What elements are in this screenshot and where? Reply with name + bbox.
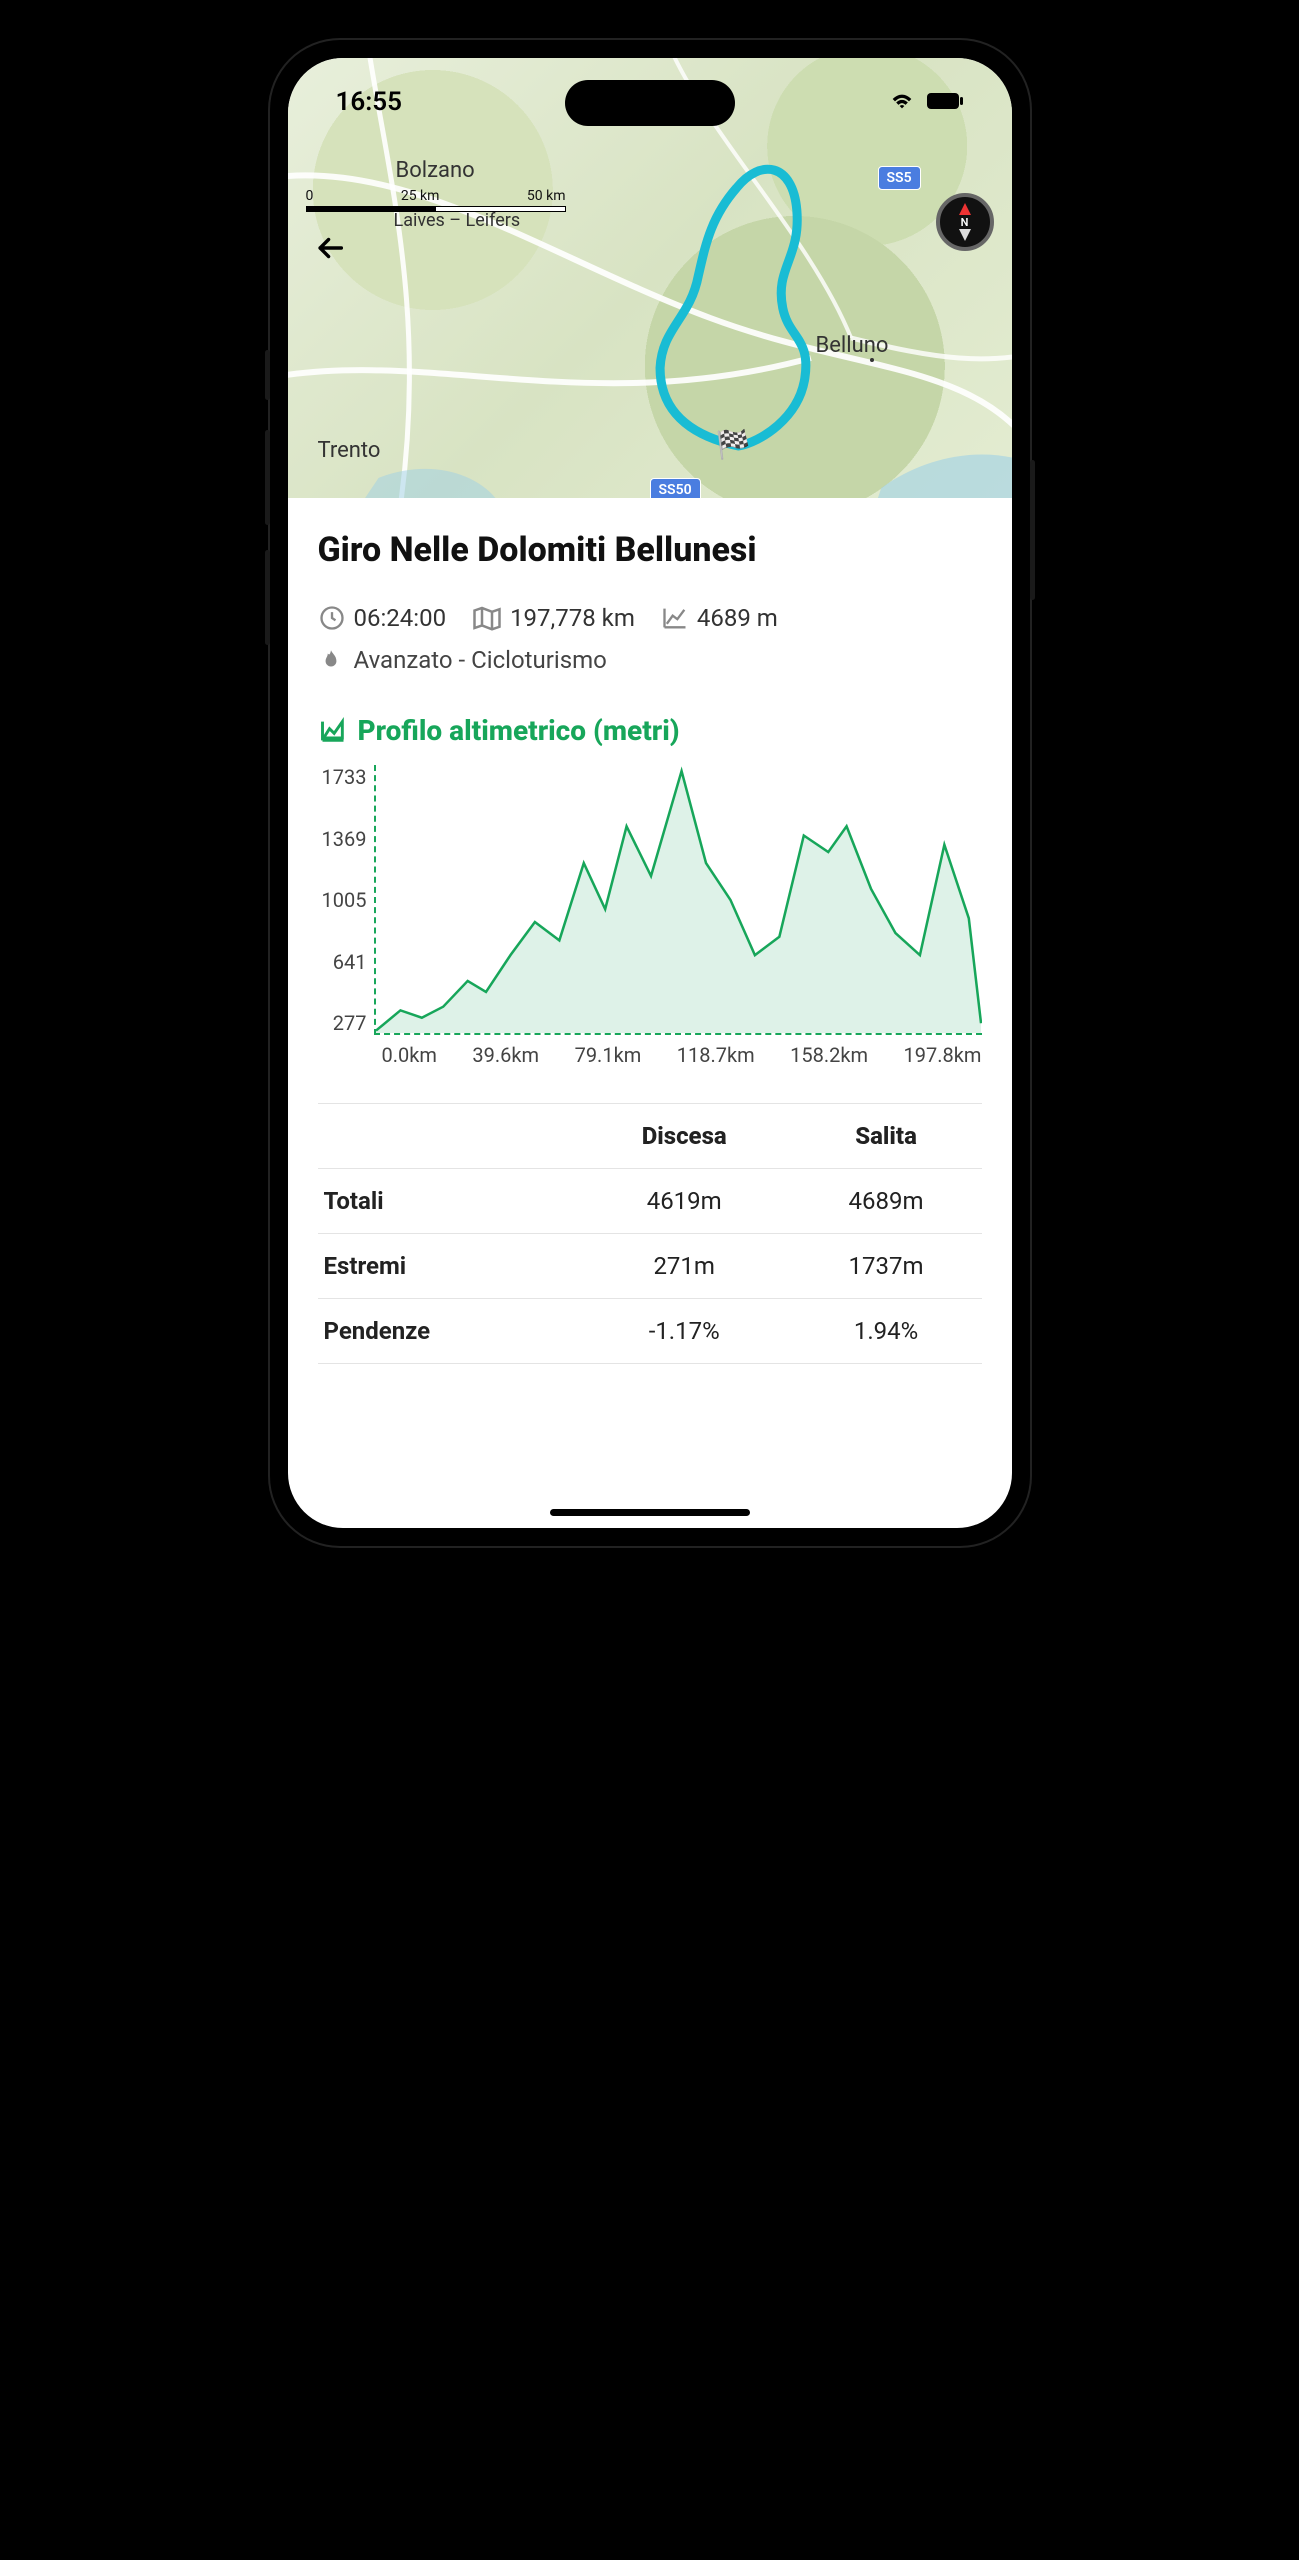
dynamic-island xyxy=(565,80,735,126)
trend-up-icon xyxy=(661,604,689,632)
chart-y-axis: 1733 1369 1005 641 277 xyxy=(322,765,375,1035)
chart-x-tick: 158.2km xyxy=(790,1043,868,1067)
map-city-belluno: Belluno xyxy=(816,333,889,358)
road-badge-ss50: SS50 xyxy=(650,478,701,498)
chart-x-tick: 118.7km xyxy=(677,1043,755,1067)
flame-icon xyxy=(318,647,344,673)
table-row-ascent: 4689m xyxy=(791,1169,982,1234)
chart-x-tick: 197.8km xyxy=(904,1043,982,1067)
stat-ascent-value: 4689 m xyxy=(697,604,778,632)
chart-x-tick: 0.0km xyxy=(382,1043,437,1067)
compass-n-label: N xyxy=(961,216,969,229)
table-row-label: Pendenze xyxy=(318,1299,578,1364)
map-city-laives: Laives – Leifers xyxy=(394,210,521,231)
map-icon xyxy=(472,604,502,632)
table-header-ascent: Salita xyxy=(791,1104,982,1169)
route-title: Giro Nelle Dolomiti Bellunesi xyxy=(318,530,982,570)
screen: 16:55 xyxy=(288,58,1012,1528)
elevation-chart[interactable]: 1733 1369 1005 641 277 0.0km 39.6km 79.1km 118.… xyxy=(322,765,982,1067)
stat-distance-value: 197,778 km xyxy=(510,604,635,632)
elevation-table: Discesa Salita Totali4619m4689mEstremi27… xyxy=(318,1103,982,1364)
table-row-descent: 271m xyxy=(578,1234,791,1299)
battery-icon xyxy=(926,87,964,117)
stat-duration: 06:24:00 xyxy=(318,604,447,632)
table-row-label: Totali xyxy=(318,1169,578,1234)
stat-distance: 197,778 km xyxy=(472,604,635,632)
compass-button[interactable]: N xyxy=(936,193,994,251)
stats-row: 06:24:00 197,778 km 4689 m xyxy=(318,604,982,632)
arrow-left-icon xyxy=(313,231,347,265)
chart-y-tick: 277 xyxy=(333,1011,367,1035)
table-header-empty xyxy=(318,1104,578,1169)
chart-plot-area xyxy=(374,765,981,1035)
chart-x-axis: 0.0km 39.6km 79.1km 118.7km 158.2km 197.8km xyxy=(322,1035,982,1067)
table-row: Pendenze-1.17%1.94% xyxy=(318,1299,982,1364)
compass-needle-north-icon xyxy=(959,203,971,215)
finish-flag-icon: 🏁 xyxy=(716,428,751,461)
chart-x-tick: 39.6km xyxy=(472,1043,539,1067)
stat-duration-value: 06:24:00 xyxy=(354,604,447,632)
table-row: Estremi271m1737m xyxy=(318,1234,982,1299)
back-button[interactable] xyxy=(310,228,350,268)
level-value: Avanzato - Cicloturismo xyxy=(354,646,607,674)
scale-tick: 50 km xyxy=(527,188,566,204)
clock-icon xyxy=(318,604,346,632)
road-badge-ss5: SS5 xyxy=(878,166,921,190)
table-row-ascent: 1737m xyxy=(791,1234,982,1299)
chart-x-tick: 79.1km xyxy=(575,1043,642,1067)
table-row-label: Estremi xyxy=(318,1234,578,1299)
chart-y-tick: 1733 xyxy=(322,765,367,789)
map-city-bolzano: Bolzano xyxy=(396,158,475,183)
side-button xyxy=(265,350,270,400)
chart-y-tick: 1005 xyxy=(322,888,367,912)
wifi-icon xyxy=(888,87,916,117)
phone-frame: 16:55 xyxy=(270,40,1030,1546)
chart-y-tick: 1369 xyxy=(322,827,367,851)
side-button xyxy=(265,430,270,525)
table-row-ascent: 1.94% xyxy=(791,1299,982,1364)
status-time: 16:55 xyxy=(336,87,403,117)
side-button xyxy=(265,550,270,645)
side-button xyxy=(1030,460,1035,600)
chart-area-icon xyxy=(318,717,348,745)
table-header-descent: Discesa xyxy=(578,1104,791,1169)
home-indicator[interactable] xyxy=(550,1509,750,1516)
stat-ascent: 4689 m xyxy=(661,604,778,632)
scale-tick: 25 km xyxy=(401,188,440,204)
detail-panel: Giro Nelle Dolomiti Bellunesi 06:24:00 1… xyxy=(288,498,1012,1404)
map-scale: 0 25 km 50 km xyxy=(306,188,566,212)
map-city-trento: Trento xyxy=(318,438,381,463)
scale-tick: 0 xyxy=(306,188,314,204)
elevation-section-header: Profilo altimetrico (metri) xyxy=(318,714,982,747)
level-row: Avanzato - Cicloturismo xyxy=(318,646,982,674)
elevation-section-title: Profilo altimetrico (metri) xyxy=(358,714,680,747)
map-city-dot xyxy=(870,358,874,362)
table-row-descent: -1.17% xyxy=(578,1299,791,1364)
compass-needle-south-icon xyxy=(959,229,971,241)
table-row: Totali4619m4689m xyxy=(318,1169,982,1234)
chart-y-tick: 641 xyxy=(333,950,367,974)
table-row-descent: 4619m xyxy=(578,1169,791,1234)
